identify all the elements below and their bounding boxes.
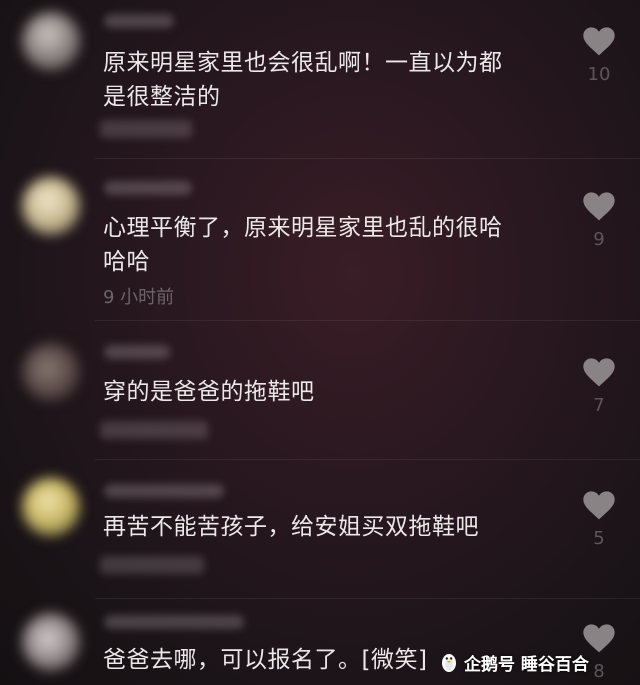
comment-item: 原来明星家里也会很乱啊！一直以为都 是很整洁的 10 <box>0 0 640 158</box>
timestamp: 9 小时前 <box>103 287 175 308</box>
comment-text-line: 哈哈 <box>103 249 150 275</box>
comment-text-line: 心理平衡了，原来明星家里也乱的很哈 <box>103 215 503 241</box>
comment-item: 再苦不能苦孩子，给安姐买双拖鞋吧 5 <box>0 460 640 600</box>
heart-icon <box>583 27 615 56</box>
username-blurred[interactable] <box>104 181 192 195</box>
avatar[interactable] <box>22 343 80 401</box>
heart-icon <box>583 358 615 387</box>
like-button[interactable]: 7 <box>580 357 618 416</box>
like-button[interactable]: 5 <box>580 490 618 549</box>
comment-item: 心理平衡了，原来明星家里也乱的很哈 哈哈 9 小时前 9 <box>0 159 640 317</box>
timestamp-blurred <box>100 421 208 439</box>
comment-text: 原来明星家里也会很乱啊！一直以为都 是很整洁的 <box>103 46 558 114</box>
username-blurred[interactable] <box>104 484 224 498</box>
avatar[interactable] <box>22 613 80 671</box>
comment-text-line: 穿的是爸爸的拖鞋吧 <box>103 379 315 405</box>
avatar[interactable] <box>22 478 80 536</box>
like-count: 5 <box>593 528 605 549</box>
username-blurred[interactable] <box>104 615 244 629</box>
watermark: 企鹅号 睡谷百合 <box>440 648 589 676</box>
comment-text-line: 是很整洁的 <box>103 84 221 110</box>
timestamp-blurred <box>100 556 204 574</box>
heart-icon <box>583 491 615 520</box>
comment-text-line: 原来明星家里也会很乱啊！一直以为都 <box>103 50 503 76</box>
avatar[interactable] <box>22 177 80 235</box>
like-button[interactable]: 10 <box>580 26 618 85</box>
username-blurred[interactable] <box>104 345 170 359</box>
comment-text: 穿的是爸爸的拖鞋吧 <box>103 375 558 409</box>
penguin-icon <box>442 654 456 672</box>
like-count: 9 <box>593 229 605 250</box>
like-count: 10 <box>587 64 611 85</box>
watermark-text: 企鹅号 睡谷百合 <box>464 654 589 675</box>
comment-item: 穿的是爸爸的拖鞋吧 7 <box>0 321 640 459</box>
avatar[interactable] <box>22 12 80 70</box>
heart-icon <box>583 192 615 221</box>
comment-text: 再苦不能苦孩子，给安姐买双拖鞋吧 <box>103 510 558 544</box>
timestamp-blurred <box>100 120 192 138</box>
username-blurred[interactable] <box>104 14 174 28</box>
like-button[interactable]: 9 <box>580 191 618 250</box>
like-count: 7 <box>593 395 605 416</box>
comment-text-line: 再苦不能苦孩子，给安姐买双拖鞋吧 <box>103 514 479 540</box>
comment-text: 心理平衡了，原来明星家里也乱的很哈 哈哈 <box>103 211 558 279</box>
